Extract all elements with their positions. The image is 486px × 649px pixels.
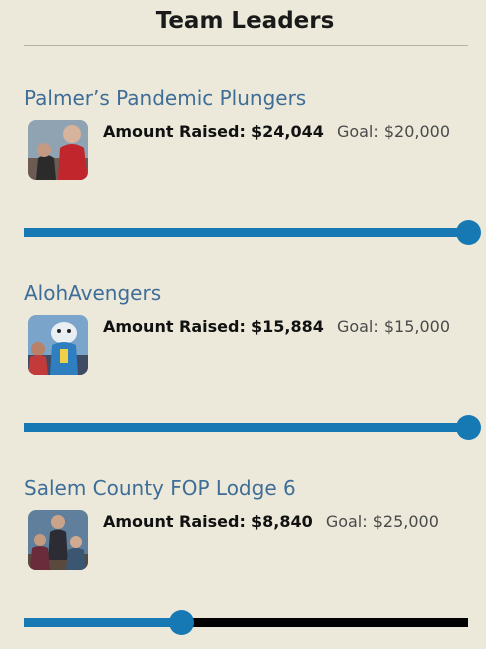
fundraising-stats: Amount Raised: $8,840 Goal: $25,000: [103, 512, 439, 531]
team-avatar[interactable]: [28, 315, 88, 375]
team-name-link[interactable]: Salem County FOP Lodge 6: [24, 476, 296, 500]
progress-bar: [24, 415, 481, 440]
team-name-link[interactable]: AlohAvengers: [24, 281, 161, 305]
amount-raised-value: $24,044: [250, 122, 324, 141]
amount-raised-value: $8,840: [250, 512, 313, 531]
team-name-link[interactable]: Palmer’s Pandemic Plungers: [24, 86, 306, 110]
progress-fill: [24, 423, 468, 432]
progress-fill: [24, 618, 181, 627]
page-title: Team Leaders: [155, 8, 335, 34]
amount-raised-label: Amount Raised:: [103, 122, 246, 141]
goal-text: Goal: $20,000: [336, 122, 451, 141]
amount-raised-value: $15,884: [250, 317, 324, 336]
amount-raised-label: Amount Raised:: [103, 512, 246, 531]
team-avatar[interactable]: [28, 510, 88, 570]
progress-handle: [456, 415, 481, 440]
fundraising-stats: Amount Raised: $15,884 Goal: $15,000: [103, 317, 450, 336]
progress-handle: [168, 610, 194, 635]
fundraising-stats: Amount Raised: $24,044 Goal: $20,000: [103, 122, 450, 141]
progress-handle: [456, 220, 481, 245]
progress-fill: [24, 228, 468, 237]
progress-bar: [24, 220, 481, 245]
team-avatar[interactable]: [28, 120, 88, 180]
goal-text: Goal: $25,000: [325, 512, 439, 531]
goal-text: Goal: $15,000: [336, 317, 451, 336]
progress-bar: [24, 610, 468, 635]
title-divider: [24, 45, 468, 46]
amount-raised-label: Amount Raised:: [103, 317, 246, 336]
